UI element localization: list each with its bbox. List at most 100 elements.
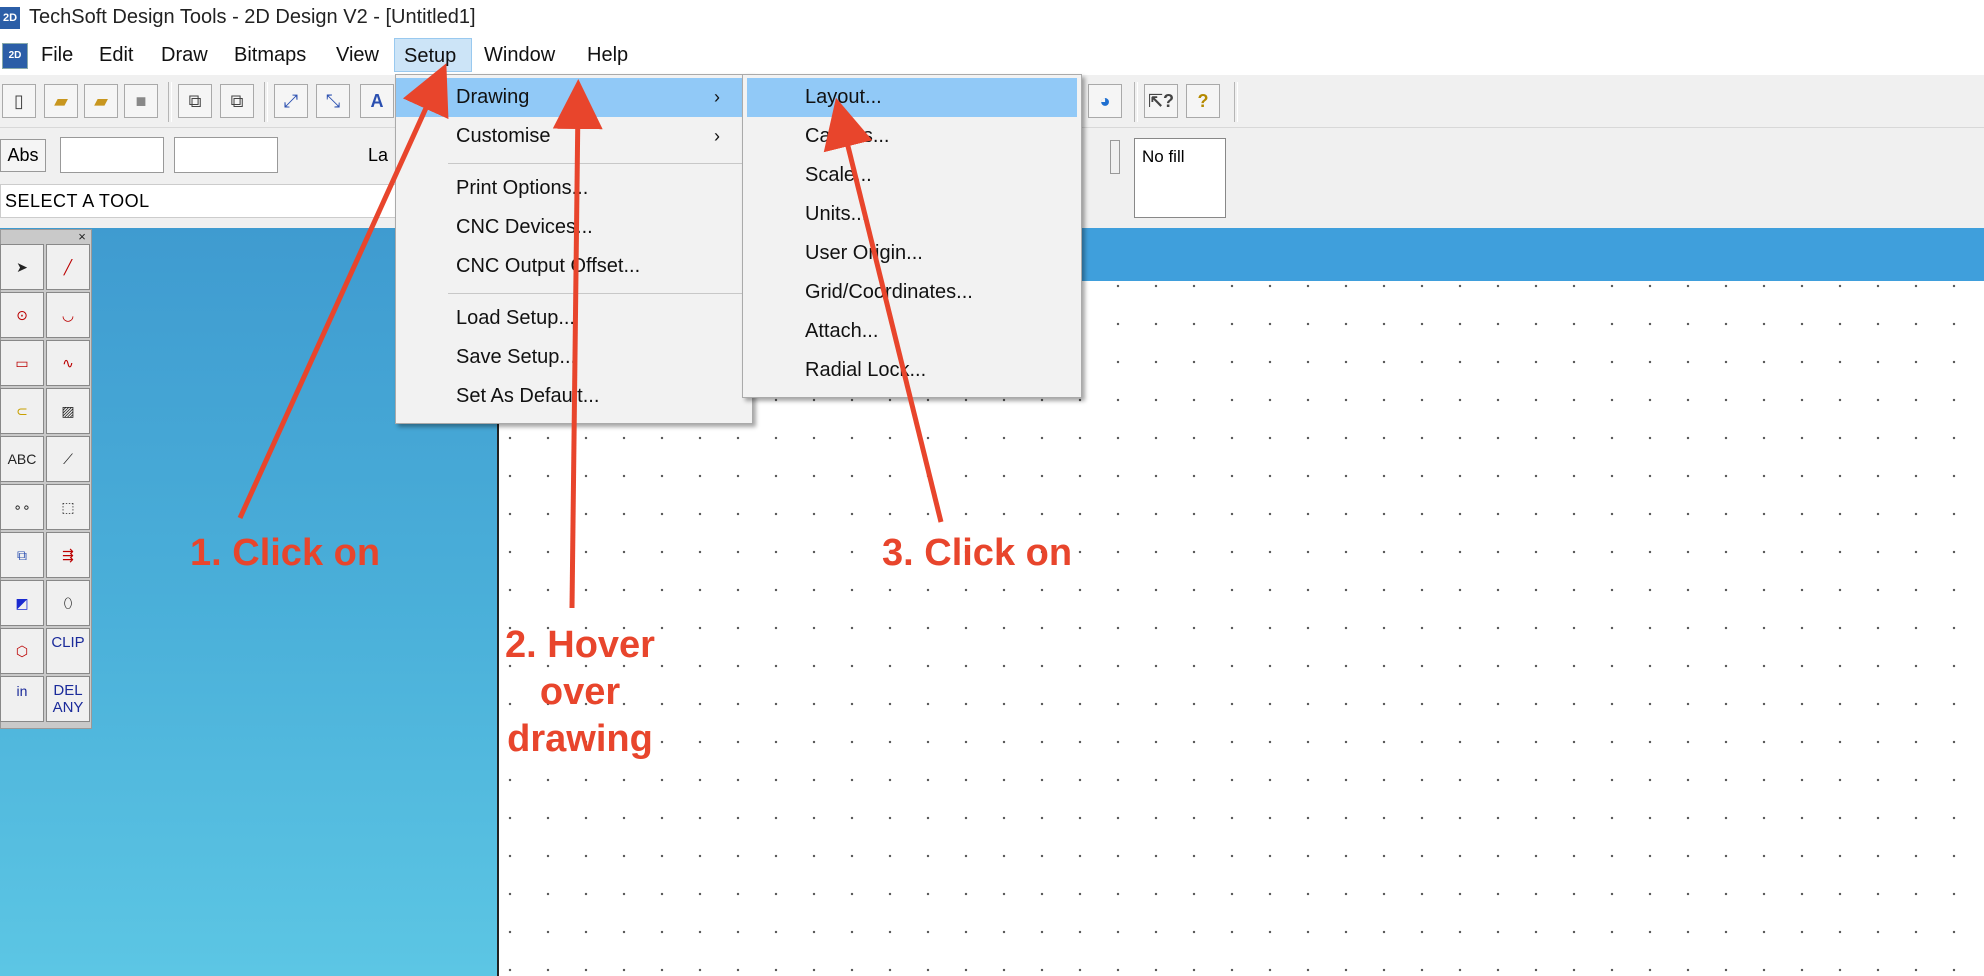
menu-item-attach[interactable]: Attach... bbox=[747, 312, 1077, 351]
menu-item-label: Drawing bbox=[456, 86, 530, 108]
annotation-step2-line2: over bbox=[539, 671, 621, 713]
menu-item-cnc-devices[interactable]: CNC Devices... bbox=[396, 208, 742, 247]
toolbar-separator bbox=[264, 82, 268, 122]
annotation-step3: 3. Click on bbox=[882, 532, 1073, 574]
coord-y-field[interactable] bbox=[174, 137, 278, 173]
curve-tool-icon[interactable]: ∿ bbox=[46, 340, 90, 386]
menu-file[interactable]: File bbox=[32, 38, 82, 72]
zoom-window-icon[interactable]: ⤢ bbox=[274, 84, 308, 118]
menu-item-drawing[interactable]: Drawing › bbox=[396, 78, 742, 117]
menu-item-label: Set As Default... bbox=[456, 385, 600, 407]
menu-help[interactable]: Help bbox=[578, 38, 637, 72]
text-style-icon[interactable]: A bbox=[360, 84, 394, 118]
menu-item-save-setup[interactable]: Save Setup... bbox=[396, 338, 742, 377]
annotation-step2-line3: drawing bbox=[507, 718, 653, 760]
abs-button[interactable]: Abs bbox=[0, 139, 46, 172]
annotation-step2: 2. Hover over drawing bbox=[500, 622, 660, 763]
clip-label: CLIP bbox=[51, 634, 85, 651]
menu-item-label: Grid/Coordinates... bbox=[805, 281, 973, 303]
palette-close-icon[interactable]: × bbox=[75, 230, 89, 244]
annotation-step2-line1: 2. Hover bbox=[505, 624, 655, 666]
menu-item-label: Units... bbox=[805, 203, 868, 225]
menu-item-grid-coordinates[interactable]: Grid/Coordinates... bbox=[747, 273, 1077, 312]
menu-item-radial-lock[interactable]: Radial Lock... bbox=[747, 351, 1077, 390]
circle-tool-icon[interactable]: ⊙ bbox=[0, 292, 44, 338]
menu-item-print-options[interactable]: Print Options... bbox=[396, 169, 742, 208]
text-tool-icon[interactable]: ABC bbox=[0, 436, 44, 482]
context-help-icon[interactable]: ⇱? bbox=[1144, 84, 1178, 118]
toolbar-separator bbox=[1234, 82, 1238, 122]
del-label: DEL bbox=[53, 682, 83, 699]
rectangle-tool-icon[interactable]: ▭ bbox=[0, 340, 44, 386]
menu-item-label: User Origin... bbox=[805, 242, 923, 264]
menu-window[interactable]: Window bbox=[475, 38, 564, 72]
zoom-fit-icon[interactable]: ⤡ bbox=[316, 84, 350, 118]
delete-any-tool-icon[interactable]: DEL ANY bbox=[46, 676, 90, 722]
arc-tool-icon[interactable]: ◡ bbox=[46, 292, 90, 338]
document-icon[interactable]: 2D bbox=[2, 43, 28, 69]
menu-item-label: CNC Output Offset... bbox=[456, 255, 641, 277]
menu-item-label: Save Setup... bbox=[456, 346, 577, 368]
hatch-tool-icon[interactable]: ▨ bbox=[46, 388, 90, 434]
menu-edit[interactable]: Edit bbox=[90, 38, 142, 72]
menu-item-layout[interactable]: Layout... bbox=[747, 78, 1077, 117]
copy-tool-icon[interactable]: ⧉ bbox=[0, 532, 44, 578]
menu-item-label: Scale... bbox=[805, 164, 872, 186]
menu-item-label: Layout... bbox=[805, 86, 882, 108]
fill-selector[interactable] bbox=[1110, 140, 1120, 174]
menu-item-label: Radial Lock... bbox=[805, 359, 927, 381]
menu-item-label: Attach... bbox=[805, 320, 879, 342]
select-tool-icon[interactable]: ➤ bbox=[0, 244, 44, 290]
setup-menu: Drawing › Customise › Print Options... C… bbox=[395, 74, 753, 424]
bezier-tool-icon[interactable]: ⬡ bbox=[0, 628, 44, 674]
toolbar-separator bbox=[168, 82, 172, 122]
points-tool-icon[interactable]: ∘∘ bbox=[0, 484, 44, 530]
menu-item-scale[interactable]: Scale... bbox=[747, 156, 1077, 195]
menu-item-user-origin[interactable]: User Origin... bbox=[747, 234, 1077, 273]
insert-label: in bbox=[16, 683, 28, 699]
submenu-arrow-icon: › bbox=[714, 87, 720, 107]
menu-item-canvas[interactable]: Canvas... bbox=[747, 117, 1077, 156]
insert-tool-icon[interactable]: in bbox=[0, 676, 44, 722]
align-tool-icon[interactable]: ⇶ bbox=[46, 532, 90, 578]
menu-item-label: Customise bbox=[456, 125, 551, 147]
menu-item-load-setup[interactable]: Load Setup... bbox=[396, 299, 742, 338]
annotation-step1: 1. Click on bbox=[190, 532, 381, 574]
eraser-tool-icon[interactable]: ⬯ bbox=[46, 580, 90, 626]
dimension-tool-icon[interactable]: ⟋ bbox=[46, 436, 90, 482]
menu-item-customise[interactable]: Customise › bbox=[396, 117, 742, 156]
fillet-tool-icon[interactable]: ⬚ bbox=[46, 484, 90, 530]
menu-item-label: Load Setup... bbox=[456, 307, 575, 329]
fill-preview[interactable]: No fill bbox=[1134, 138, 1226, 218]
move-tool-icon[interactable]: ◩ bbox=[0, 580, 44, 626]
coord-x-field[interactable] bbox=[60, 137, 164, 173]
menu-draw[interactable]: Draw bbox=[152, 38, 217, 72]
menu-separator bbox=[448, 293, 742, 294]
menu-item-set-as-default[interactable]: Set As Default... bbox=[396, 377, 742, 416]
line-tool-icon[interactable]: ╱ bbox=[46, 244, 90, 290]
save-icon[interactable]: ■ bbox=[124, 84, 158, 118]
menu-item-units[interactable]: Units... bbox=[747, 195, 1077, 234]
render-icon[interactable]: ◕ bbox=[1088, 84, 1122, 118]
help-icon[interactable]: ? bbox=[1186, 84, 1220, 118]
menu-separator bbox=[448, 163, 742, 164]
open-folder-icon[interactable]: ▰ bbox=[44, 84, 78, 118]
menu-item-label: CNC Devices... bbox=[456, 216, 593, 238]
any-label: ANY bbox=[52, 699, 84, 716]
clip-tool-icon[interactable]: CLIP bbox=[46, 628, 90, 674]
new-file-icon[interactable]: ▯ bbox=[2, 84, 36, 118]
app-icon: 2D bbox=[0, 7, 20, 29]
menu-setup[interactable]: Setup bbox=[394, 38, 472, 72]
menu-bitmaps[interactable]: Bitmaps bbox=[225, 38, 315, 72]
submenu-arrow-icon: › bbox=[714, 126, 720, 146]
menu-view[interactable]: View bbox=[327, 38, 388, 72]
open-insert-icon[interactable]: ▰ bbox=[84, 84, 118, 118]
menu-item-cnc-output-offset[interactable]: CNC Output Offset... bbox=[396, 247, 742, 286]
drawing-submenu: Layout... Canvas... Scale... Units... Us… bbox=[742, 74, 1082, 398]
export-icon[interactable]: ⧉ bbox=[220, 84, 254, 118]
import-icon[interactable]: ⧉ bbox=[178, 84, 212, 118]
menu-item-label: Print Options... bbox=[456, 177, 589, 199]
window-title: TechSoft Design Tools - 2D Design V2 - [… bbox=[29, 6, 476, 28]
toolbar-separator bbox=[1134, 82, 1138, 122]
offset-tool-icon[interactable]: ⊂ bbox=[0, 388, 44, 434]
